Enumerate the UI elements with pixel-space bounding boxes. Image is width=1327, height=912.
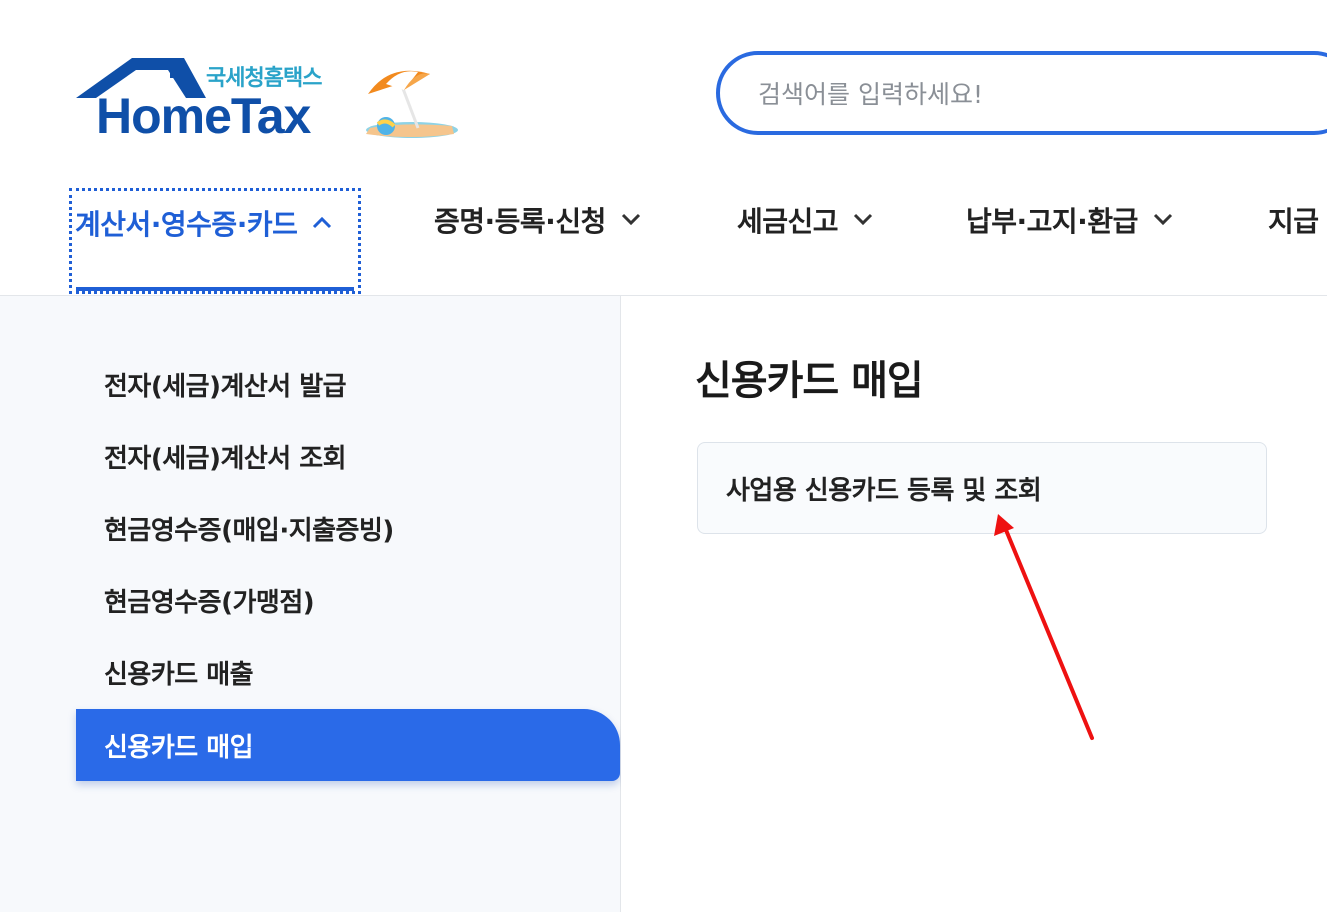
- business-credit-card-register-link[interactable]: 사업용 신용카드 등록 및 조회: [697, 442, 1267, 534]
- sidebar-item-label: 현금영수증(가맹점): [104, 587, 315, 618]
- main-nav: 계산서·영수증·카드 증명·등록·신청 세금신고 납부·고지·환급 지급: [0, 188, 1327, 294]
- sidebar-item-label: 전자(세금)계산서 조회: [104, 443, 347, 474]
- site-header: 국세청홈택스 HomeTax 계산서·영수증·카드 증명·등록·신청: [0, 0, 1327, 296]
- nav-item-label: 계산서·영수증·카드: [75, 208, 298, 241]
- sidebar-item-label: 신용카드 매입: [104, 732, 254, 763]
- sidebar-item-cash-receipt-merchant[interactable]: 현금영수증(가맹점): [76, 564, 620, 636]
- sidebar-item-label: 신용카드 매출: [104, 659, 254, 690]
- sidebar-item-label: 전자(세금)계산서 발급: [104, 371, 347, 402]
- page-title: 신용카드 매입: [695, 358, 924, 404]
- main-content: 신용카드 매입 사업용 신용카드 등록 및 조회: [621, 296, 1327, 912]
- nav-item-certificate[interactable]: 증명·등록·신청: [434, 188, 642, 294]
- nav-item-label: 세금신고: [737, 205, 839, 238]
- nav-item-payment[interactable]: 납부·고지·환급: [966, 188, 1174, 294]
- search-input[interactable]: [756, 55, 1320, 133]
- nav-item-invoice-receipt-card[interactable]: 계산서·영수증·카드: [69, 188, 361, 294]
- logo-wordmark: HomeTax: [96, 88, 311, 144]
- chevron-down-icon: [621, 213, 640, 226]
- chevron-down-icon: [853, 213, 873, 226]
- nav-item-statement[interactable]: 지급: [1268, 188, 1319, 294]
- sidebar-item-e-invoice-issue[interactable]: 전자(세금)계산서 발급: [76, 348, 620, 420]
- nav-item-label: 증명·등록·신청: [434, 205, 606, 238]
- sidebar: 전자(세금)계산서 발급 전자(세금)계산서 조회 현금영수증(매입·지출증빙)…: [0, 296, 621, 912]
- sidebar-item-label: 현금영수증(매입·지출증빙): [104, 515, 394, 546]
- hometax-logo[interactable]: 국세청홈택스 HomeTax: [74, 52, 464, 147]
- chevron-up-icon: [313, 216, 332, 229]
- nav-item-label: 지급: [1268, 205, 1319, 238]
- sidebar-item-credit-card-purchase[interactable]: 신용카드 매입: [76, 709, 620, 781]
- beach-umbrella-icon: [366, 70, 458, 138]
- search-bar: [716, 51, 1327, 135]
- chevron-down-icon: [1153, 213, 1172, 226]
- nav-item-tax-return[interactable]: 세금신고: [737, 188, 874, 294]
- sidebar-item-e-invoice-inquiry[interactable]: 전자(세금)계산서 조회: [76, 420, 620, 492]
- menu-card-label: 사업용 신용카드 등록 및 조회: [726, 475, 1042, 506]
- nav-item-label: 납부·고지·환급: [966, 205, 1138, 238]
- sidebar-item-cash-receipt-purchase[interactable]: 현금영수증(매입·지출증빙): [76, 492, 620, 564]
- sidebar-item-credit-card-sales[interactable]: 신용카드 매출: [76, 636, 620, 708]
